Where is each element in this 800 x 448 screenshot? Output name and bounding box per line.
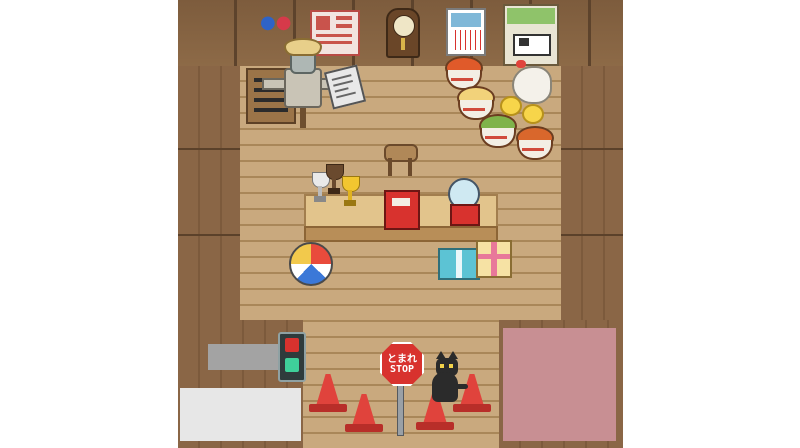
wall-clock-icon[interactable] [386, 8, 420, 58]
cat-eye [449, 364, 453, 368]
beach-ball-icon[interactable] [289, 242, 333, 286]
curry-bowl-icon[interactable] [514, 126, 554, 160]
cat-eye [440, 364, 444, 368]
straw-hat-icon [284, 38, 322, 56]
traffic-light-icon[interactable] [278, 332, 306, 382]
restroom-sign-icon[interactable]: ●● [260, 14, 291, 32]
register-screen [392, 198, 410, 206]
clock-pendulum [401, 38, 405, 50]
stop-sign-icon[interactable]: とまれ STOP [380, 342, 424, 386]
grey-overlay-panel [208, 344, 278, 370]
gift-box-icon[interactable] [438, 248, 480, 280]
stop-sign-text-bottom: STOP [389, 364, 415, 375]
gift-ribbon [491, 242, 497, 276]
traffic-cone-icon[interactable] [345, 394, 383, 434]
cat-body [432, 372, 458, 402]
sign-pole [397, 382, 404, 436]
gacha-base [450, 204, 480, 226]
cow-picture-icon[interactable] [503, 4, 559, 66]
left-wall [178, 66, 240, 320]
pink-overlay-panel [503, 328, 616, 441]
gift-ribbon [456, 250, 462, 278]
green-lamp [285, 358, 299, 372]
chick-icon[interactable] [500, 96, 522, 116]
trophy-icon[interactable] [326, 164, 344, 208]
scarecrow-icon[interactable] [284, 68, 322, 108]
chick-icon[interactable] [522, 104, 544, 124]
calendar-icon[interactable] [446, 8, 486, 56]
gift-ribbon [478, 254, 510, 259]
traffic-cone-icon[interactable] [453, 374, 491, 414]
picture-grass [507, 8, 555, 24]
cat-tail [456, 384, 468, 389]
man-figure-icon: ● [260, 12, 276, 33]
white-overlay-panel [180, 388, 301, 441]
traffic-cone-icon[interactable] [309, 374, 347, 414]
trophy-icon[interactable] [342, 176, 360, 220]
stop-sign-text-top: とまれ [387, 354, 417, 365]
ramen-bowl-icon[interactable] [443, 56, 483, 90]
calendar-picture [451, 13, 481, 27]
stool-leg [388, 158, 392, 176]
cash-register-icon[interactable] [384, 190, 420, 230]
right-wall [561, 66, 623, 320]
calendar-grid [451, 30, 481, 50]
stool-leg [408, 158, 412, 176]
gift-box-icon[interactable] [476, 240, 512, 278]
red-lamp [285, 338, 299, 352]
cow-spot [519, 38, 529, 46]
clock-face [393, 15, 415, 37]
green-bowl-icon[interactable] [477, 114, 517, 148]
woman-figure-icon: ● [275, 12, 292, 33]
